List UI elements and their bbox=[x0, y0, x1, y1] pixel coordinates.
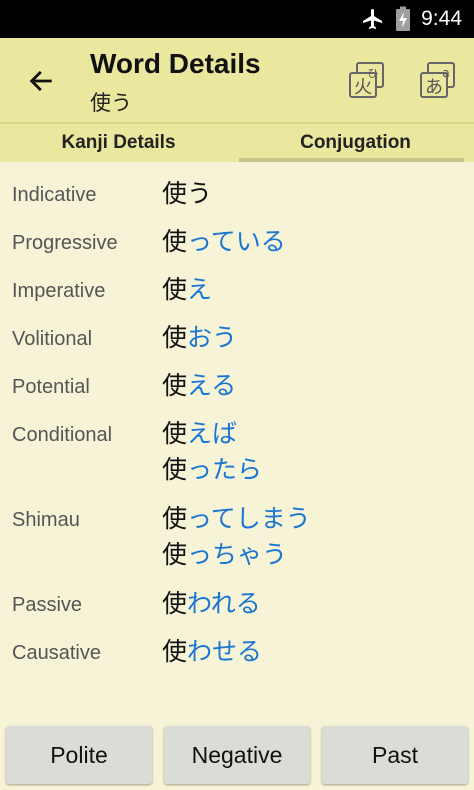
form-stem: 使 bbox=[162, 419, 188, 448]
conjugation-forms: 使える bbox=[162, 368, 236, 404]
word-subtitle: 使う bbox=[90, 91, 132, 115]
kana-romaji-glyph: a bbox=[442, 66, 449, 80]
past-button[interactable]: Past bbox=[322, 726, 468, 784]
status-time: 9:44 bbox=[421, 7, 462, 30]
kana-dictionary-icon: あ a bbox=[420, 62, 455, 98]
conjugation-label: Progressive bbox=[12, 232, 118, 254]
conjugation-form: 使う bbox=[162, 176, 212, 212]
conjugation-label: Shimau bbox=[12, 509, 80, 531]
form-ending: わせる bbox=[187, 637, 263, 666]
polite-button[interactable]: Polite bbox=[6, 726, 152, 784]
kana-dictionary-button[interactable]: あ a bbox=[417, 60, 459, 102]
conjugation-forms: 使わせる bbox=[162, 634, 262, 670]
tab-bar: Kanji Details Conjugation bbox=[0, 122, 474, 162]
arrow-left-icon bbox=[29, 70, 52, 92]
conjugation-form: 使おう bbox=[162, 320, 237, 356]
bottom-button-bar: Polite Negative Past bbox=[0, 722, 474, 790]
airplane-icon bbox=[363, 9, 383, 29]
conjugation-label: Potential bbox=[12, 376, 90, 398]
conjugation-label: Causative bbox=[12, 642, 101, 664]
kanji-reading-glyph: ひ bbox=[368, 67, 379, 80]
conjugation-form: 使わせる bbox=[162, 634, 262, 670]
back-button[interactable] bbox=[16, 56, 66, 106]
conjugation-forms: 使おう bbox=[162, 320, 237, 356]
form-ending: ったら bbox=[187, 455, 263, 484]
conjugation-forms: 使われる bbox=[162, 586, 261, 622]
form-stem: 使 bbox=[162, 275, 188, 304]
form-ending: っている bbox=[187, 227, 286, 256]
conjugation-forms: 使え bbox=[162, 272, 212, 308]
conjugation-forms: 使ってしまう 使っちゃう bbox=[162, 501, 311, 573]
conjugation-form: 使っている bbox=[162, 224, 286, 260]
kanji-dictionary-button[interactable]: 火 ひ bbox=[346, 60, 388, 102]
conjugation-forms: 使う bbox=[162, 176, 212, 212]
form-ending: える bbox=[187, 371, 237, 400]
conjugation-form: 使っちゃう bbox=[162, 537, 311, 573]
conjugation-forms: 使っている bbox=[162, 224, 286, 260]
kanji-dictionary-icon: 火 ひ bbox=[349, 62, 384, 98]
form-stem: 使 bbox=[162, 504, 188, 533]
form-stem: 使う bbox=[162, 179, 213, 208]
form-ending: われる bbox=[187, 589, 261, 618]
app-bar: Word Details 使う 火 ひ あ a bbox=[0, 38, 474, 122]
form-stem: 使 bbox=[162, 227, 188, 256]
conjugation-form: 使われる bbox=[162, 586, 261, 622]
tab-conjugation[interactable]: Conjugation bbox=[237, 124, 474, 162]
conjugation-form: 使えば bbox=[162, 416, 262, 452]
form-ending: え bbox=[187, 275, 213, 304]
conjugation-form: 使える bbox=[162, 368, 236, 404]
conjugation-label: Indicative bbox=[12, 184, 97, 206]
conjugation-label: Imperative bbox=[12, 280, 106, 302]
form-ending: おう bbox=[187, 323, 238, 352]
form-stem: 使 bbox=[162, 540, 188, 569]
battery-charging-icon bbox=[396, 6, 411, 31]
conjugation-label: Passive bbox=[12, 594, 83, 616]
conjugation-form: 使え bbox=[162, 272, 212, 308]
kanji-glyph: 火 bbox=[354, 77, 372, 98]
form-stem: 使 bbox=[162, 455, 188, 484]
conjugation-form: 使ってしまう bbox=[162, 501, 311, 537]
form-stem: 使 bbox=[162, 589, 188, 618]
form-stem: 使 bbox=[162, 637, 188, 666]
conjugation-forms: 使えば 使ったら bbox=[162, 416, 262, 488]
form-stem: 使 bbox=[162, 323, 188, 352]
kana-glyph: あ bbox=[425, 77, 443, 98]
tab-kanji-details[interactable]: Kanji Details bbox=[0, 124, 237, 162]
form-ending: えば bbox=[187, 419, 238, 448]
negative-button[interactable]: Negative bbox=[164, 726, 310, 784]
page-title: Word Details bbox=[90, 48, 261, 79]
conjugation-label: Conditional bbox=[12, 424, 113, 446]
form-ending: ってしまう bbox=[187, 504, 311, 533]
conjugation-form: 使ったら bbox=[162, 452, 262, 488]
status-bar: 9:44 bbox=[0, 0, 474, 38]
conjugation-label: Volitional bbox=[12, 328, 93, 350]
form-ending: っちゃう bbox=[187, 540, 288, 569]
form-stem: 使 bbox=[162, 371, 188, 400]
